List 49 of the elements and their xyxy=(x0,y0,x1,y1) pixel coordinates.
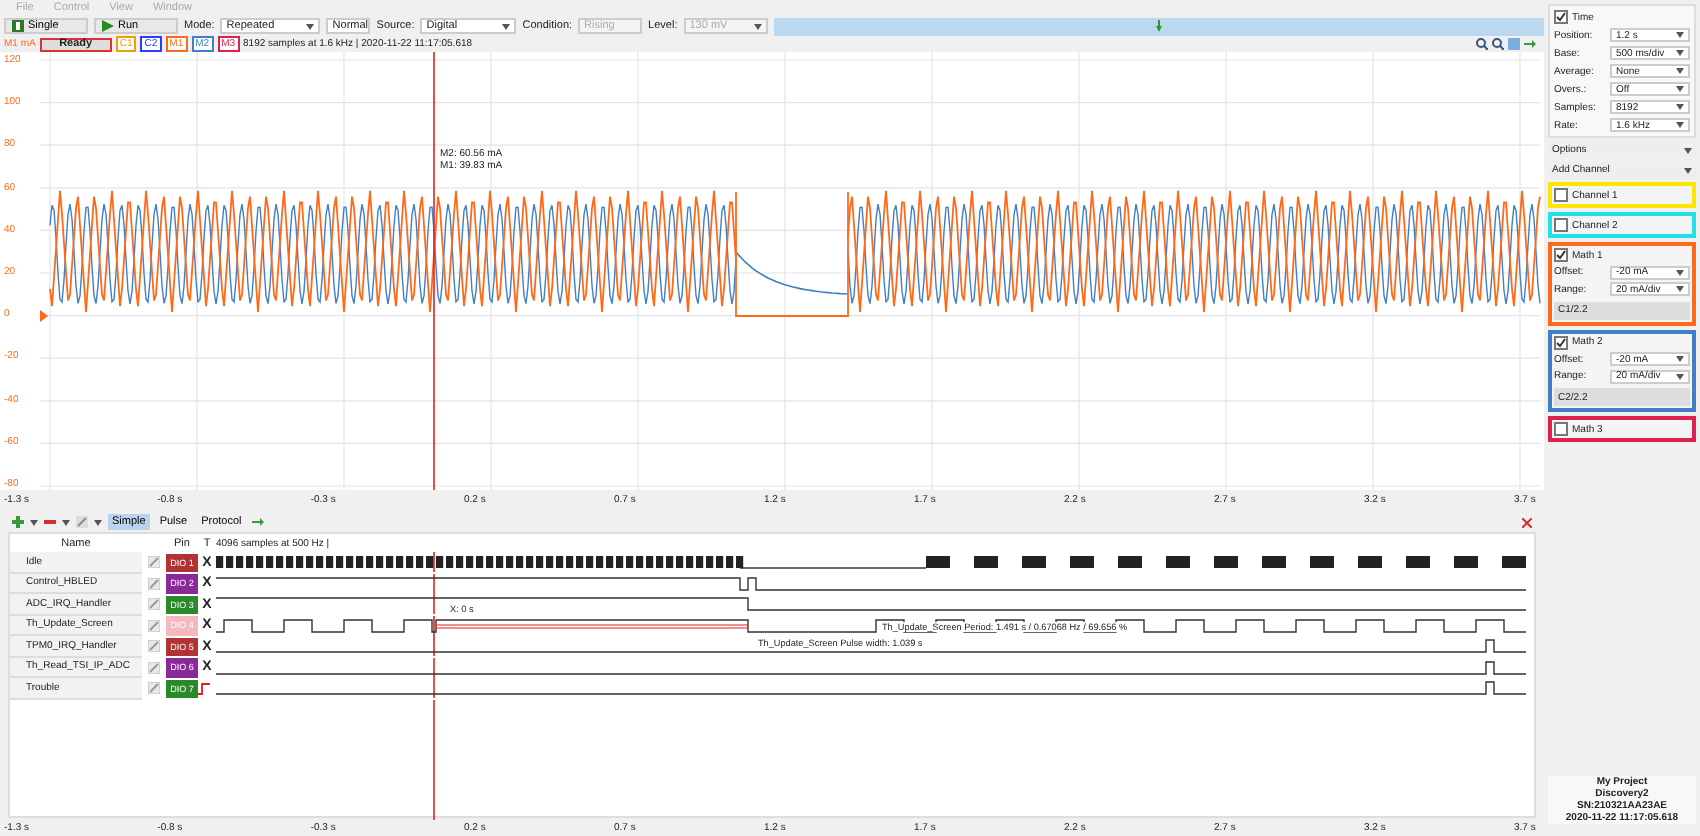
caret-icon xyxy=(1676,86,1684,92)
edit-icon[interactable] xyxy=(148,556,160,569)
edit-icon[interactable] xyxy=(148,619,160,632)
caret-icon xyxy=(1676,286,1684,292)
caret-icon xyxy=(30,519,38,525)
caret-icon xyxy=(1676,356,1684,362)
film-icon xyxy=(12,20,24,32)
zoom-icon[interactable] xyxy=(1492,38,1504,50)
edit-icon[interactable] xyxy=(148,640,160,653)
caret-icon xyxy=(1684,147,1692,153)
cursor-line[interactable] xyxy=(433,594,435,615)
edit-icon[interactable] xyxy=(76,516,88,528)
cursor-line[interactable] xyxy=(433,573,435,594)
plus-icon[interactable] xyxy=(12,516,24,528)
caret-icon xyxy=(753,23,762,29)
caret-icon xyxy=(1676,122,1684,128)
caret-icon xyxy=(1676,68,1684,74)
checkbox[interactable] xyxy=(1554,335,1568,349)
caret-icon xyxy=(1684,167,1692,173)
caret-icon xyxy=(502,23,511,29)
edit-icon[interactable] xyxy=(148,577,160,590)
zoom-icon[interactable] xyxy=(1476,38,1488,50)
checkbox[interactable] xyxy=(1554,188,1568,202)
edit-icon[interactable] xyxy=(148,661,160,674)
play-icon xyxy=(102,20,114,32)
caret-icon xyxy=(1676,269,1684,275)
arrow-icon[interactable] xyxy=(251,516,264,528)
caret-icon xyxy=(1676,373,1684,379)
cursor-line[interactable] xyxy=(433,657,435,678)
cursor-line[interactable] xyxy=(433,615,435,636)
arrow-icon xyxy=(1155,20,1162,32)
cursor-line[interactable] xyxy=(433,636,435,657)
checkbox[interactable] xyxy=(1554,10,1568,24)
caret-icon xyxy=(1676,32,1684,38)
arrow-icon[interactable] xyxy=(1524,38,1536,50)
checkbox[interactable] xyxy=(1554,422,1568,436)
cursor-line[interactable] xyxy=(433,678,435,699)
edit-icon[interactable] xyxy=(148,598,160,611)
caret-icon xyxy=(306,23,315,29)
checkbox[interactable] xyxy=(1554,218,1568,232)
caret-icon xyxy=(62,519,70,525)
close-icon[interactable] xyxy=(1522,517,1532,527)
checkbox[interactable] xyxy=(1554,248,1568,262)
caret-icon xyxy=(1676,50,1684,56)
caret-icon xyxy=(1676,104,1684,110)
caret-icon xyxy=(94,519,102,525)
edit-icon[interactable] xyxy=(148,682,160,695)
cursor-line[interactable] xyxy=(433,552,435,573)
rising-edge-icon[interactable] xyxy=(198,681,210,696)
